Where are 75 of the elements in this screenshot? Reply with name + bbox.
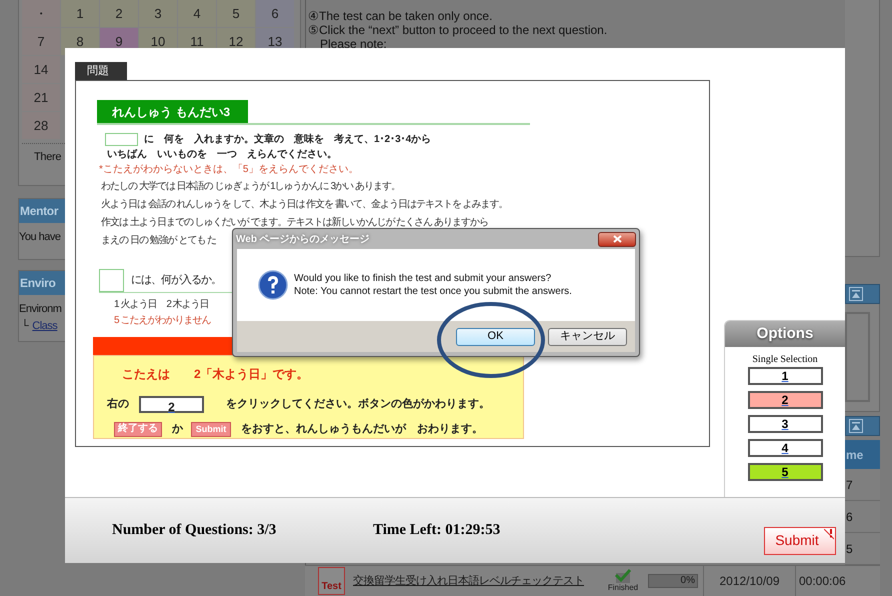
table-cell: 5 xyxy=(845,533,880,565)
calendar-day[interactable]: 1 xyxy=(61,0,99,27)
close-icon xyxy=(612,235,622,243)
prompt-text: には、何が入るか。 xyxy=(131,273,221,288)
instruction-line: ⑤Click the “next” button to proceed to the next question. xyxy=(308,23,608,37)
option-button[interactable]: 5 xyxy=(748,463,822,481)
table-cell: 7 xyxy=(845,469,880,501)
question-icon xyxy=(258,270,288,300)
instruction-line: ④The test can be taken only once. xyxy=(308,9,494,23)
check-icon xyxy=(614,569,632,583)
note-text: *こたえがわからないときは、「5」をえらんでください。 xyxy=(99,162,360,177)
panel-title: Enviro xyxy=(20,275,56,292)
dialog-message: Would you like to finish the test and submit your answers? xyxy=(294,272,552,285)
passage-text: 作文は 土よう日までの しゅくだいが でます。テキストは新しいかんじが たくさん ありますから xyxy=(101,216,488,230)
submit-button[interactable]: Submit xyxy=(764,526,836,554)
panel-title: Mentor xyxy=(20,203,58,220)
calendar-note: There xyxy=(34,150,62,165)
test-badge: Test xyxy=(318,567,345,595)
dialog-message: Note: You cannot restart the test once you submit the answers. xyxy=(294,285,572,298)
passage-text: まえの 日の 勉強が とても た xyxy=(101,234,216,248)
instruction-line: Please note: xyxy=(319,37,388,51)
answer-instruction: か xyxy=(172,422,183,437)
answer-instruction: 右の xyxy=(107,397,129,412)
instruction-text: いちばん いいものを 一つ えらんでください。 xyxy=(106,148,338,162)
choice-text: 5 こたえがわかりません xyxy=(114,314,210,328)
options-title: Options xyxy=(725,321,845,347)
table-cell: 6 xyxy=(845,501,880,533)
dialog-button[interactable]: OK xyxy=(456,328,535,346)
option-button[interactable]: 3 xyxy=(748,415,822,433)
finish-button[interactable]: 終了する xyxy=(114,422,162,437)
class-link[interactable]: Class xyxy=(32,318,58,334)
calendar-day[interactable]: 28 xyxy=(22,112,60,139)
date-text: 2012/10/09 xyxy=(719,573,780,590)
answer-text: こたえは 2「木よう日」です。 xyxy=(122,367,309,381)
choice-text: 2 木よう日 xyxy=(166,298,209,312)
option-button[interactable]: 2 xyxy=(139,396,204,413)
calendar-day[interactable]: 6 xyxy=(256,0,294,27)
calendar-day[interactable]: 14 xyxy=(22,56,60,83)
answer-blank xyxy=(99,269,124,292)
calendar-day[interactable]: 4 xyxy=(178,0,216,27)
instruction-text: に 何を 入れますか。文章の 意味を 考えて、1･2･3･4から xyxy=(144,132,432,147)
calendar-day[interactable]: 2 xyxy=(100,0,138,27)
passage-text: わたしの 大学では 日本語の じゅぎょうが 1しゅうかんに 3かい あります。 xyxy=(101,180,400,194)
option-button[interactable]: 2 xyxy=(748,391,822,409)
option-button[interactable]: 4 xyxy=(748,439,822,457)
exclamation-icon xyxy=(824,528,834,540)
time-left: Time Left: 01:29:53 xyxy=(373,521,500,540)
answer-instruction: をおすと、れんしゅうもんだいが おわります。 xyxy=(241,422,483,437)
time-text: 00:00:06 xyxy=(799,573,846,590)
option-button[interactable]: 1 xyxy=(748,367,822,385)
progress-reading: 0% xyxy=(680,575,695,587)
close-button[interactable] xyxy=(598,232,636,246)
calendar-day[interactable]: ・ xyxy=(22,0,60,27)
calendar-day[interactable]: 5 xyxy=(217,0,255,27)
calendar-day[interactable]: 21 xyxy=(22,84,60,111)
dialog-button[interactable]: キャンセル xyxy=(548,328,627,346)
selection-mode: Single Selection xyxy=(752,355,818,365)
panel-text: Environm xyxy=(19,302,62,317)
calendar-day[interactable]: 7 xyxy=(22,28,60,55)
status-text: Finished xyxy=(608,583,638,593)
question-count: Number of Questions: 3/3 xyxy=(112,521,278,540)
answer-blank xyxy=(105,133,138,146)
tree-branch-mark: └ xyxy=(21,318,28,334)
question-heading: れんしゅう もんだい3 xyxy=(97,100,248,123)
passage-text: 火よう日は 会話の れんしゅうを して、木よう日は 作文を 書いて、金よう日はテキストを よみます。 xyxy=(101,198,508,212)
test-title-link[interactable]: 交換留学生受け入れ日本語レベルチェックテスト xyxy=(353,572,584,590)
submit-button[interactable]: Submit xyxy=(191,422,231,437)
calendar-day[interactable]: 3 xyxy=(139,0,177,27)
table-header-cell: me xyxy=(845,440,880,469)
answer-instruction: をクリックしてください。ボタンの色がかわります。 xyxy=(226,396,490,412)
collapse-icon xyxy=(849,287,863,302)
panel-text: You have xyxy=(19,230,60,245)
choice-text: 1 火よう日 xyxy=(114,298,156,312)
dialog-title: Web ページからのメッセージ xyxy=(236,232,370,246)
collapse-icon xyxy=(849,419,863,434)
